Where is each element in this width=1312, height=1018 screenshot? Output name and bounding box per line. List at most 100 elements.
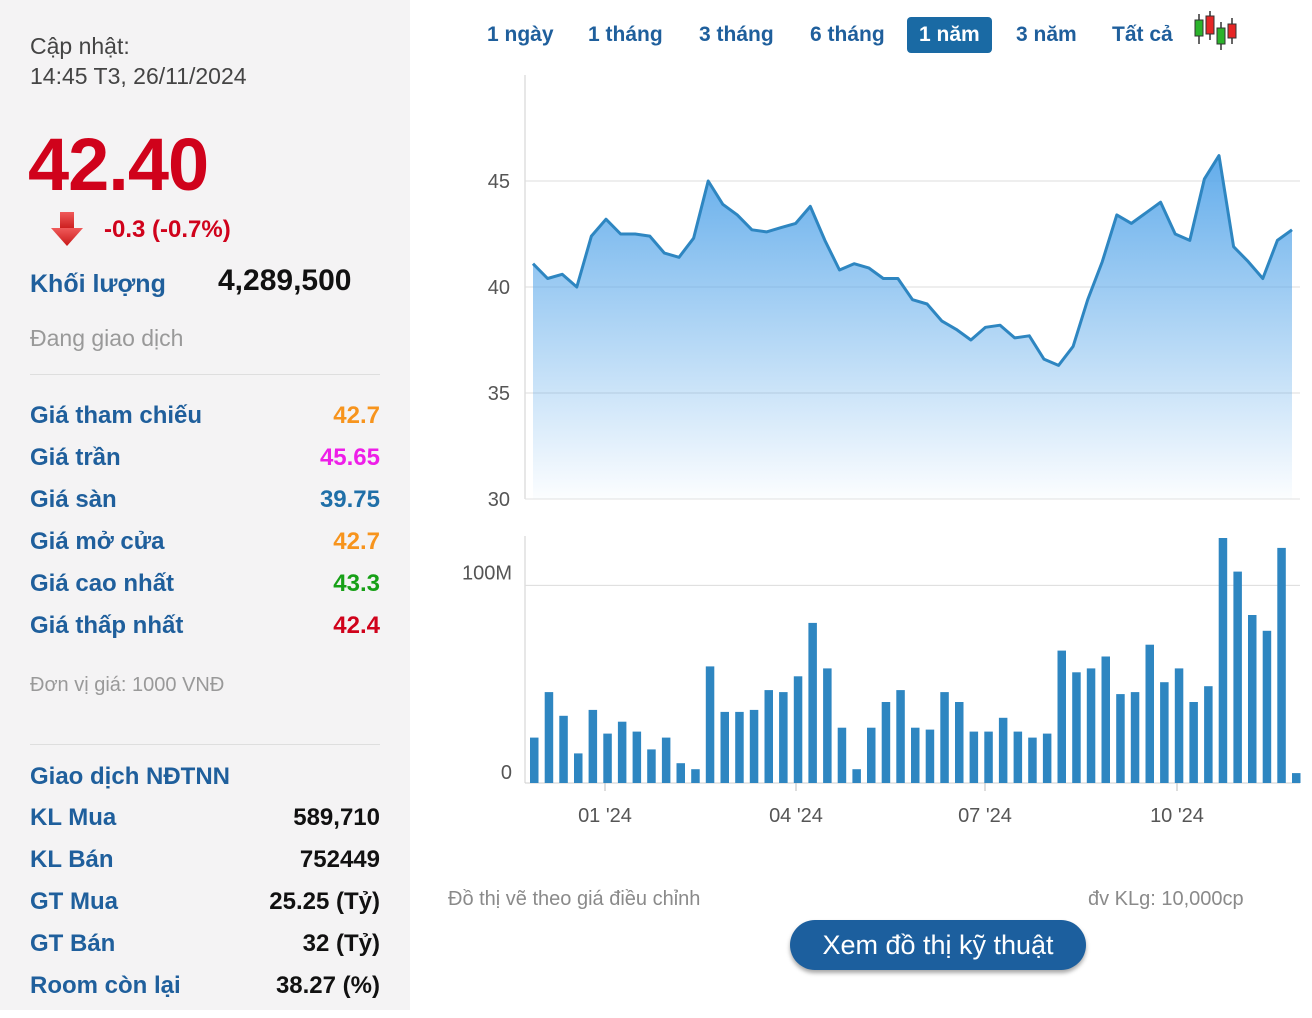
volume-bar — [1218, 538, 1228, 783]
volume-bar — [867, 727, 876, 783]
adjusted-price-note: Đồ thị vẽ theo giá điều chỉnh — [448, 888, 701, 910]
price-y-tick: 30 — [488, 489, 510, 511]
volume-bar — [1057, 650, 1066, 783]
volume-value: 4,289,500 — [218, 264, 352, 297]
volume-bar — [559, 715, 568, 783]
foreign-row-room: Room còn lại 38.27 (%) — [30, 972, 380, 1006]
volume-bar — [544, 692, 554, 783]
technical-chart-button[interactable]: Xem đồ thị kỹ thuật — [790, 920, 1086, 970]
volume-unit-note: đv KLg: 10,000cp — [1088, 888, 1244, 910]
foreign-row-label: KL Mua — [30, 804, 117, 831]
x-tick-label: 07 '24 — [958, 805, 1012, 827]
volume-bar — [1145, 644, 1154, 783]
foreign-trading-title: Giao dịch NĐTNN — [30, 763, 231, 790]
volume-bar — [1292, 773, 1301, 783]
candlestick-icon[interactable] — [1192, 10, 1238, 52]
volume-bar — [837, 727, 847, 783]
volume-bar — [574, 753, 583, 783]
price-row-low: Giá thấp nhất 42.4 — [30, 612, 380, 646]
volume-bar — [1101, 656, 1110, 783]
price-row-reference: Giá tham chiếu 42.7 — [30, 402, 380, 436]
volume-bar — [881, 702, 891, 783]
price-row-ceiling: Giá trần 45.65 — [30, 444, 380, 478]
foreign-row-value: 25.25 (Tỷ) — [269, 888, 380, 915]
volume-bar — [984, 731, 993, 783]
volume-bar — [1160, 682, 1169, 783]
price-area — [533, 155, 1292, 499]
volume-bar — [735, 711, 744, 783]
volume-bar — [1174, 668, 1184, 783]
volume-bar — [1116, 694, 1125, 783]
volume-bar — [661, 737, 671, 783]
volume-bar — [764, 690, 773, 783]
volume-bar — [603, 733, 612, 783]
volume-bar — [955, 702, 964, 783]
x-tick-label: 01 '24 — [578, 805, 632, 827]
volume-bar — [823, 668, 832, 783]
volume-bar — [749, 709, 759, 783]
tab-1-day[interactable]: 1 ngày — [475, 17, 566, 53]
foreign-row-value: 589,710 — [293, 804, 380, 831]
update-time: 14:45 T3, 26/11/2024 — [30, 63, 247, 89]
foreign-row-label: Room còn lại — [30, 972, 181, 999]
volume-bar — [1248, 615, 1257, 783]
volume-bar — [896, 690, 905, 783]
volume-bar — [1130, 692, 1140, 783]
foreign-row-label: KL Bán — [30, 846, 114, 873]
tab-6-months[interactable]: 6 tháng — [798, 17, 897, 53]
price-row-label: Giá cao nhất — [30, 570, 175, 597]
price-y-tick: 45 — [488, 171, 510, 193]
volume-bar — [1042, 733, 1052, 783]
foreign-row-buy-volume: KL Mua 589,710 — [30, 804, 380, 838]
price-row-label: Giá sàn — [30, 486, 117, 513]
volume-y-tick: 100M — [462, 562, 512, 584]
price-y-tick: 35 — [488, 383, 510, 405]
price-row-open: Giá mở cửa 42.7 — [30, 528, 380, 562]
price-row-label: Giá thấp nhất — [30, 612, 184, 639]
price-row-label: Giá mở cửa — [30, 528, 165, 555]
volume-bar — [588, 709, 598, 783]
volume-bar — [691, 769, 700, 783]
foreign-row-label: GT Bán — [30, 930, 116, 957]
foreign-row-value: 752449 — [299, 846, 380, 873]
volume-bar — [940, 692, 949, 783]
volume-bar — [530, 737, 539, 783]
volume-bar — [793, 676, 803, 783]
volume-bar — [1072, 672, 1081, 783]
volume-bar — [808, 622, 817, 783]
tab-1-month[interactable]: 1 tháng — [576, 17, 675, 53]
tab-3-months[interactable]: 3 tháng — [687, 17, 786, 53]
divider — [30, 374, 380, 375]
volume-bar — [1204, 686, 1213, 783]
volume-bar — [1086, 668, 1096, 783]
price-y-tick: 40 — [488, 277, 510, 299]
foreign-row-label: GT Mua — [30, 888, 118, 915]
price-row-high: Giá cao nhất 43.3 — [30, 570, 380, 604]
price-row-floor: Giá sàn 39.75 — [30, 486, 380, 520]
tab-1-year[interactable]: 1 năm — [907, 17, 992, 53]
price-row-value: 42.7 — [333, 528, 380, 555]
price-row-value: 39.75 — [319, 486, 380, 513]
volume-bar — [969, 731, 979, 783]
stock-summary-panel: Cập nhật: 14:45 T3, 26/11/2024 42.40 -0.… — [0, 0, 410, 1010]
volume-bar — [1277, 547, 1286, 783]
update-label: Cập nhật: — [30, 33, 130, 59]
foreign-row-sell-volume: KL Bán 752449 — [30, 846, 380, 880]
volume-bar — [779, 692, 788, 783]
x-tick-label: 04 '24 — [769, 805, 823, 827]
price-unit-note: Đơn vị giá: 1000 VNĐ — [30, 674, 225, 696]
volume-label: Khối lượng — [30, 270, 166, 298]
volume-bar — [617, 721, 627, 783]
x-tick-label: 10 '24 — [1150, 805, 1204, 827]
price-row-value: 42.7 — [333, 402, 380, 429]
volume-bar — [911, 727, 920, 783]
foreign-row-sell-value: GT Bán 32 (Tỷ) — [30, 930, 380, 964]
tab-all[interactable]: Tất cả — [1100, 17, 1185, 53]
current-price: 42.40 — [28, 123, 209, 206]
tab-3-years[interactable]: 3 năm — [1004, 17, 1089, 53]
price-row-label: Giá trần — [30, 444, 121, 471]
volume-bar — [1189, 702, 1198, 783]
volume-bar — [1028, 737, 1037, 783]
price-row-value: 42.4 — [333, 612, 380, 639]
price-change: -0.3 (-0.7%) — [104, 216, 231, 243]
